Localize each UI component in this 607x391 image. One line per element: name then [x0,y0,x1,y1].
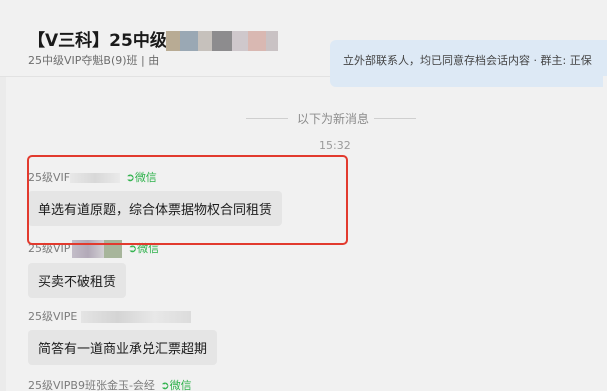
divider-text: 以下为新消息 [297,112,370,126]
sender-name[interactable]: 25级VIPB9班张金玉-会经 ➲微信 [28,378,192,391]
wechat-tag: ➲微信 [160,379,191,391]
chat-window: 【V三科】25中级 25中级VIP夺魁B(9)班 | 由 立外部联系人，均已同意… [0,0,607,391]
sender-name[interactable]: 25级VIPE [28,309,217,325]
divider-line-right [374,118,416,119]
sender-label: 25级VIPB9班张金玉-会经 [28,379,155,391]
sender-label: 25级VIPE [28,310,78,323]
notice-text: 立外部联系人，均已同意存档会话内容 · 群主: 正保 [343,54,592,67]
message-timestamp: 15:32 [319,139,351,152]
message-item: 25级VIPE 简答有一道商业承兑汇票超期 [28,309,218,365]
divider-line-left [246,118,288,119]
message-item: 25级VIP ➲微信 买卖不破租赁 [28,240,159,298]
message-item: 25级VIPB9班张金玉-会经 ➲微信 [28,378,192,391]
group-subtitle: 25中级VIP夺魁B(9)班 | 由 [28,54,160,67]
highlight-annotation-box [27,155,348,245]
group-title: 【V三科】25中级 [28,31,167,51]
wechat-icon: ➲ [160,379,170,391]
message-bubble[interactable]: 简答有一道商业承兑汇票超期 [28,330,218,365]
scrollbar[interactable] [603,76,607,391]
wechat-label: 微信 [169,379,192,391]
redacted-sender [81,311,192,323]
message-bubble[interactable]: 买卖不破租赁 [28,263,127,298]
redacted-title-part [166,31,278,51]
new-message-divider: 以下为新消息 [240,109,416,127]
